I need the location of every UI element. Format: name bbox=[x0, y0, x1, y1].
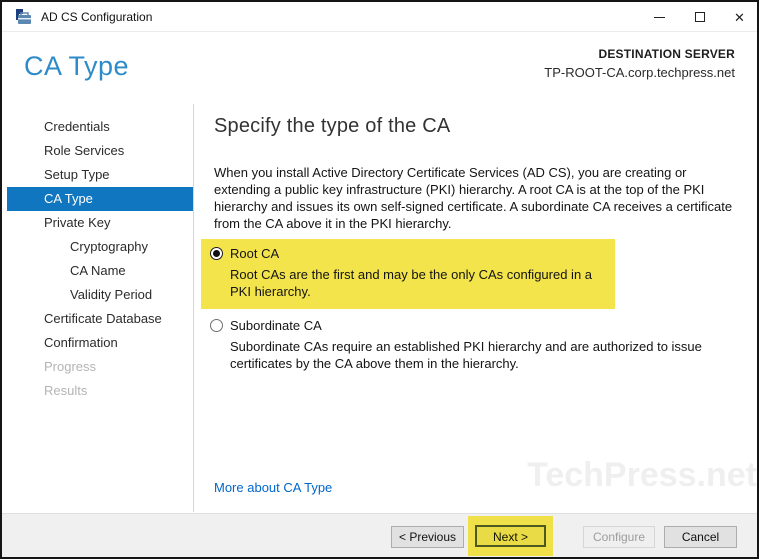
server-manager-icon bbox=[16, 8, 31, 24]
minimize-icon bbox=[654, 16, 665, 18]
sidebar-item-private-key[interactable]: Private Key bbox=[7, 211, 193, 235]
subordinate-ca-description: Subordinate CAs require an established P… bbox=[230, 339, 702, 371]
wizard-steps-sidebar: Credentials Role Services Setup Type CA … bbox=[2, 104, 194, 512]
sidebar-item-ca-type[interactable]: CA Type bbox=[7, 187, 193, 211]
destination-server-label: DESTINATION SERVER bbox=[598, 47, 735, 61]
maximize-button[interactable] bbox=[693, 11, 706, 24]
root-ca-label: Root CA bbox=[230, 246, 280, 261]
window-controls: ✕ bbox=[653, 2, 746, 32]
titlebar: AD CS Configuration ✕ bbox=[2, 2, 757, 32]
subordinate-ca-radio-row[interactable]: Subordinate CA bbox=[210, 318, 747, 333]
sidebar-item-setup-type[interactable]: Setup Type bbox=[7, 163, 193, 187]
sidebar-item-progress: Progress bbox=[44, 359, 97, 374]
wizard-content: TechPress.net Specify the type of the CA… bbox=[195, 104, 757, 512]
sidebar-item-ca-name[interactable]: CA Name bbox=[7, 259, 193, 283]
wizard-footer: < Previous Next > Configure Cancel bbox=[2, 513, 757, 557]
sidebar-item-validity-period[interactable]: Validity Period bbox=[7, 283, 193, 307]
wizard-header: CA Type DESTINATION SERVER TP-ROOT-CA.co… bbox=[2, 33, 757, 104]
window-title: AD CS Configuration bbox=[41, 9, 153, 24]
subordinate-ca-label: Subordinate CA bbox=[230, 318, 322, 333]
cancel-button[interactable]: Cancel bbox=[664, 526, 737, 548]
close-button[interactable]: ✕ bbox=[733, 11, 746, 24]
content-heading: Specify the type of the CA bbox=[214, 115, 451, 137]
sidebar-item-confirmation[interactable]: Confirmation bbox=[7, 331, 193, 355]
intro-text: When you install Active Directory Certif… bbox=[214, 165, 733, 231]
sidebar-item-cryptography[interactable]: Cryptography bbox=[7, 235, 193, 259]
configure-button: Configure bbox=[583, 526, 655, 548]
next-button-highlight: Next > bbox=[468, 516, 553, 556]
close-icon: ✕ bbox=[734, 9, 745, 25]
root-ca-description: Root CAs are the first and may be the on… bbox=[230, 267, 593, 299]
sidebar-item-role-services[interactable]: Role Services bbox=[7, 139, 193, 163]
root-ca-radio-row[interactable]: Root CA bbox=[210, 246, 605, 261]
minimize-button[interactable] bbox=[653, 11, 666, 24]
maximize-icon bbox=[694, 12, 705, 22]
sidebar-item-credentials[interactable]: Credentials bbox=[7, 115, 193, 139]
page-title: CA Type bbox=[24, 51, 130, 81]
subordinate-ca-option-block: Subordinate CA Subordinate CAs require a… bbox=[201, 311, 757, 381]
root-ca-option-block: Root CA Root CAs are the first and may b… bbox=[201, 239, 615, 309]
previous-button[interactable]: < Previous bbox=[391, 526, 464, 548]
sidebar-item-certificate-database[interactable]: Certificate Database bbox=[7, 307, 193, 331]
techpress-watermark: TechPress.net bbox=[527, 456, 757, 494]
destination-block: DESTINATION SERVER TP-ROOT-CA.corp.techp… bbox=[544, 47, 735, 80]
next-button[interactable]: Next > bbox=[475, 525, 546, 547]
destination-server-value: TP-ROOT-CA.corp.techpress.net bbox=[544, 65, 735, 80]
subordinate-ca-radio[interactable] bbox=[210, 319, 223, 332]
more-about-ca-type-link[interactable]: More about CA Type bbox=[214, 480, 332, 495]
root-ca-radio[interactable] bbox=[210, 247, 223, 260]
adcs-configuration-window: AD CS Configuration ✕ CA Type DESTINATIO… bbox=[0, 0, 759, 559]
sidebar-item-results: Results bbox=[44, 383, 88, 398]
